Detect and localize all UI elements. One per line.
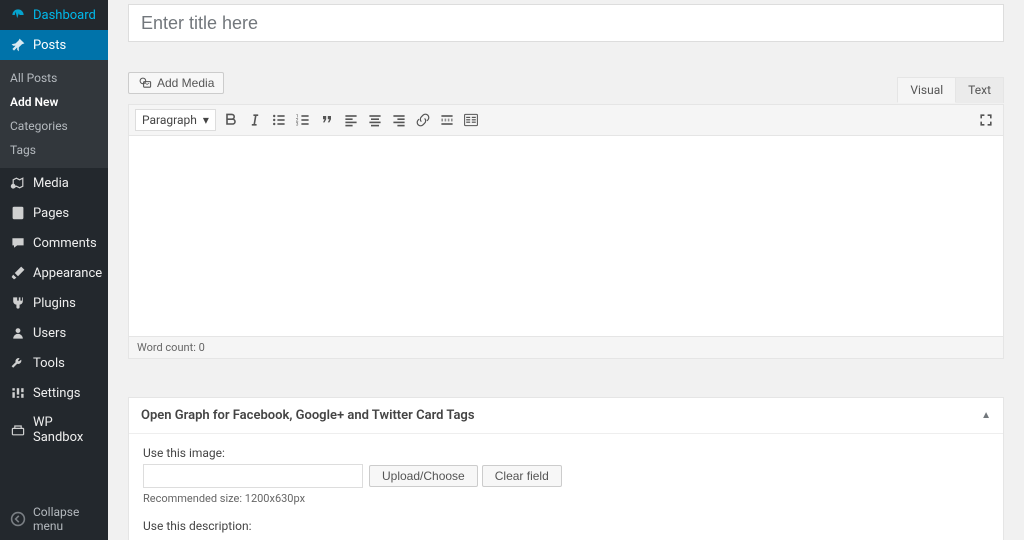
media-icon [10, 175, 26, 191]
media-icon [138, 76, 152, 90]
comment-icon [10, 235, 26, 251]
collapse-menu-button[interactable]: Collapse menu [0, 498, 108, 540]
align-left-icon [343, 112, 359, 128]
word-count-status: Word count: 0 [129, 336, 1003, 358]
add-media-label: Add Media [157, 76, 214, 90]
toolbar-hr-button[interactable] [436, 109, 458, 131]
hr-icon [439, 112, 455, 128]
toolbar-link-button[interactable] [412, 109, 434, 131]
toolbar-align-center-button[interactable] [364, 109, 386, 131]
fullscreen-button[interactable] [975, 109, 997, 131]
toolbar-bold-button[interactable] [220, 109, 242, 131]
sidebar-item-label: Pages [33, 206, 69, 221]
link-icon [415, 112, 431, 128]
sidebar-item-plugins[interactable]: Plugins [0, 288, 108, 318]
tab-visual[interactable]: Visual [897, 77, 956, 103]
toolbar-align-left-button[interactable] [340, 109, 362, 131]
italic-icon [247, 112, 263, 128]
sidebar-item-label: WP Sandbox [33, 415, 100, 445]
sidebar-item-label: Tools [33, 356, 65, 371]
pin-icon [10, 37, 26, 53]
brush-icon [10, 265, 26, 281]
quote-icon [319, 112, 335, 128]
sidebar-item-label: Plugins [33, 296, 76, 311]
og-metabox-title: Open Graph for Facebook, Google+ and Twi… [141, 408, 475, 423]
admin-sidebar: Dashboard Posts All PostsAdd NewCategories… [0, 0, 108, 540]
toolbar-more-button[interactable] [460, 109, 482, 131]
main-content: Add Media Visual Text Paragraph ▾ 123 Wo… [108, 0, 1024, 540]
format-select-label: Paragraph [142, 113, 197, 127]
editor-box: Visual Text Paragraph ▾ 123 Word count: … [128, 104, 1004, 359]
sidebar-item-posts[interactable]: Posts [0, 30, 108, 60]
og-image-label: Use this image: [143, 446, 989, 460]
ul-icon [271, 112, 287, 128]
sandbox-icon [10, 422, 26, 438]
sidebar-item-label: Comments [33, 236, 97, 251]
align-right-icon [391, 112, 407, 128]
sidebar-item-comments[interactable]: Comments [0, 228, 108, 258]
sidebar-item-users[interactable]: Users [0, 318, 108, 348]
metabox-toggle-icon[interactable]: ▲ [981, 410, 991, 421]
toolbar-ul-button[interactable] [268, 109, 290, 131]
tab-text[interactable]: Text [955, 77, 1004, 103]
sidebar-item-label: Users [33, 326, 66, 341]
sidebar-item-label: Settings [33, 386, 80, 401]
collapse-menu-label: Collapse menu [33, 505, 100, 533]
align-center-icon [367, 112, 383, 128]
og-image-input[interactable] [143, 464, 363, 488]
tools-icon [10, 355, 26, 371]
sidebar-item-wp-sandbox[interactable]: WP Sandbox [0, 408, 108, 452]
submenu-item-tags[interactable]: Tags [0, 138, 108, 162]
sidebar-item-appearance[interactable]: Appearance [0, 258, 108, 288]
sidebar-item-label: Dashboard [33, 8, 96, 23]
og-upload-button[interactable]: Upload/Choose [369, 465, 478, 487]
fullscreen-icon [978, 112, 994, 128]
toolbar-ol-button[interactable]: 123 [292, 109, 314, 131]
submenu-item-all-posts[interactable]: All Posts [0, 66, 108, 90]
collapse-icon [10, 511, 26, 527]
user-icon [10, 325, 26, 341]
page-icon [10, 205, 26, 221]
toolbar-italic-button[interactable] [244, 109, 266, 131]
settings-icon [10, 385, 26, 401]
toolbar-align-right-button[interactable] [388, 109, 410, 131]
sidebar-item-dashboard[interactable]: Dashboard [0, 0, 108, 30]
sidebar-item-label: Posts [33, 38, 66, 53]
svg-text:3: 3 [296, 122, 299, 128]
plug-icon [10, 295, 26, 311]
bold-icon [223, 112, 239, 128]
submenu-item-add-new[interactable]: Add New [0, 90, 108, 114]
og-clear-button[interactable]: Clear field [482, 465, 562, 487]
dashboard-icon [10, 7, 26, 23]
more-icon [463, 112, 479, 128]
posts-submenu: All PostsAdd NewCategoriesTags [0, 60, 108, 168]
sidebar-item-tools[interactable]: Tools [0, 348, 108, 378]
editor-toolbar: Paragraph ▾ 123 [129, 105, 1003, 136]
editor-content[interactable] [129, 136, 1003, 336]
sidebar-item-label: Appearance [33, 266, 102, 281]
post-title-input[interactable] [128, 4, 1004, 42]
sidebar-item-pages[interactable]: Pages [0, 198, 108, 228]
og-metabox: Open Graph for Facebook, Google+ and Twi… [128, 397, 1004, 540]
sidebar-item-media[interactable]: Media [0, 168, 108, 198]
og-desc-label: Use this description: [143, 519, 989, 533]
add-media-button[interactable]: Add Media [128, 72, 224, 94]
format-select[interactable]: Paragraph ▾ [135, 109, 216, 131]
submenu-item-categories[interactable]: Categories [0, 114, 108, 138]
ol-icon: 123 [295, 112, 311, 128]
chevron-down-icon: ▾ [203, 113, 209, 127]
toolbar-quote-button[interactable] [316, 109, 338, 131]
sidebar-item-label: Media [33, 176, 69, 191]
og-image-hint: Recommended size: 1200x630px [143, 492, 989, 505]
sidebar-item-settings[interactable]: Settings [0, 378, 108, 408]
